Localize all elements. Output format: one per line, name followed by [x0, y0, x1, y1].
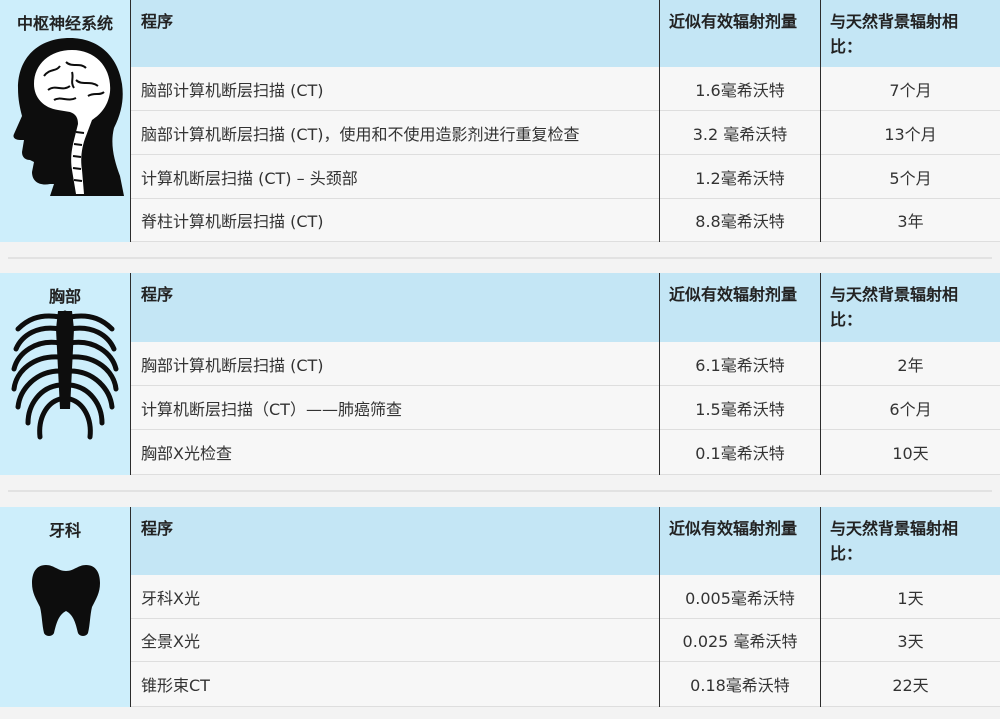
dose-cell: 0.1毫希沃特 [695, 444, 785, 463]
head-brain-icon [13, 38, 124, 196]
column-divider [820, 0, 821, 242]
table-header: 程序 近似有效辐射剂量 与天然背景辐射相比： [131, 507, 1000, 575]
dose-cell: 0.025 毫希沃特 [682, 632, 798, 651]
procedure-cell: 脑部计算机断层扫描 (CT)，使用和不使用造影剂进行重复检查 [141, 124, 580, 144]
column-divider [659, 507, 660, 707]
procedure-cell: 锥形束CT [141, 676, 210, 695]
ribcage-icon [11, 310, 119, 440]
procedure-cell: 胸部X光检查 [141, 444, 232, 463]
comparison-cell: 10天 [892, 444, 929, 463]
table-row: 脊柱计算机断层扫描 (CT) 8.8毫希沃特 3年 [131, 199, 1000, 242]
header-dose: 近似有效辐射剂量 [669, 519, 798, 538]
dose-cell: 3.2 毫希沃特 [692, 124, 788, 144]
table-row: 脑部计算机断层扫描 (CT)，使用和不使用造影剂进行重复检查 3.2 毫希沃特 … [131, 111, 1000, 155]
table-row: 计算机断层扫描 (CT) – 头颈部 1.2毫希沃特 5个月 [131, 155, 1000, 199]
section-dental: 牙科 程序 近似有效辐射剂量 与天然背景辐射相比： 牙科X光 0.005毫希沃特… [0, 507, 1000, 707]
comparison-cell: 3天 [897, 632, 924, 651]
procedure-cell: 脑部计算机断层扫描 (CT) [141, 80, 324, 100]
table-row: 脑部计算机断层扫描 (CT) 1.6毫希沃特 7个月 [131, 67, 1000, 111]
header-procedure: 程序 [141, 285, 174, 304]
dose-cell: 1.5毫希沃特 [695, 399, 785, 419]
column-divider [820, 507, 821, 707]
header-comparison: 与天然背景辐射相比： [830, 12, 959, 56]
dose-cell: 1.6毫希沃特 [695, 80, 785, 100]
category-title: 胸部 [48, 287, 81, 306]
procedure-cell: 计算机断层扫描 (CT) – 头颈部 [141, 168, 358, 188]
comparison-cell: 1天 [897, 588, 924, 608]
dose-cell: 6.1毫希沃特 [695, 355, 785, 375]
comparison-cell: 7个月 [889, 80, 932, 100]
comparison-cell: 2年 [897, 355, 924, 375]
dose-cell: 0.18毫希沃特 [690, 676, 790, 695]
table-row: 胸部计算机断层扫描 (CT) 6.1毫希沃特 2年 [131, 342, 1000, 386]
column-divider [659, 273, 660, 475]
section-cns: 中枢神经系统 程序 近似有效辐射剂量 与天然背景辐射相比： 脑部计算机断层扫描 … [0, 0, 1000, 242]
table-row: 计算机断层扫描（CT）——肺癌筛查 1.5毫希沃特 6个月 [131, 386, 1000, 430]
dose-cell: 1.2毫希沃特 [695, 168, 785, 188]
table-header: 程序 近似有效辐射剂量 与天然背景辐射相比： [131, 273, 1000, 342]
header-procedure: 程序 [141, 519, 174, 538]
procedure-cell: 胸部计算机断层扫描 (CT) [141, 355, 324, 375]
comparison-cell: 13个月 [884, 124, 937, 144]
dose-cell: 0.005毫希沃特 [685, 588, 795, 608]
dose-table: 程序 近似有效辐射剂量 与天然背景辐射相比： 脑部计算机断层扫描 (CT) 1.… [131, 0, 1000, 242]
column-divider [659, 0, 660, 242]
section-chest: 胸部 程序 近似有效辐射剂量 与天然背景辐射相比： 胸部计算机断层扫描 (CT)… [0, 273, 1000, 475]
table-row: 全景X光 0.025 毫希沃特 3天 [131, 619, 1000, 662]
header-dose: 近似有效辐射剂量 [669, 12, 798, 31]
category-column: 胸部 [0, 273, 131, 475]
dose-table: 程序 近似有效辐射剂量 与天然背景辐射相比： 胸部计算机断层扫描 (CT) 6.… [131, 273, 1000, 475]
header-dose: 近似有效辐射剂量 [669, 285, 798, 304]
procedure-cell: 脊柱计算机断层扫描 (CT) [141, 212, 324, 231]
category-column: 牙科 [0, 507, 131, 707]
table-row: 牙科X光 0.005毫希沃特 1天 [131, 575, 1000, 619]
procedure-cell: 全景X光 [141, 632, 200, 651]
procedure-cell: 计算机断层扫描（CT）——肺癌筛查 [141, 399, 402, 419]
table-header: 程序 近似有效辐射剂量 与天然背景辐射相比： [131, 0, 1000, 67]
header-procedure: 程序 [141, 12, 174, 31]
category-title: 中枢神经系统 [16, 14, 113, 33]
section-divider [8, 257, 992, 259]
comparison-cell: 22天 [892, 676, 929, 695]
header-comparison: 与天然背景辐射相比： [830, 285, 959, 329]
table-row: 胸部X光检查 0.1毫希沃特 10天 [131, 430, 1000, 475]
header-comparison: 与天然背景辐射相比： [830, 519, 959, 563]
comparison-cell: 6个月 [889, 399, 932, 419]
section-divider [8, 490, 992, 492]
category-title: 牙科 [48, 521, 81, 540]
category-column: 中枢神经系统 [0, 0, 131, 242]
procedure-cell: 牙科X光 [141, 588, 200, 608]
column-divider [820, 273, 821, 475]
tooth-icon [32, 565, 100, 636]
comparison-cell: 5个月 [889, 168, 932, 188]
dose-cell: 8.8毫希沃特 [695, 212, 785, 231]
comparison-cell: 3年 [897, 212, 924, 231]
table-row: 锥形束CT 0.18毫希沃特 22天 [131, 662, 1000, 707]
dose-table: 程序 近似有效辐射剂量 与天然背景辐射相比： 牙科X光 0.005毫希沃特 1天… [131, 507, 1000, 707]
